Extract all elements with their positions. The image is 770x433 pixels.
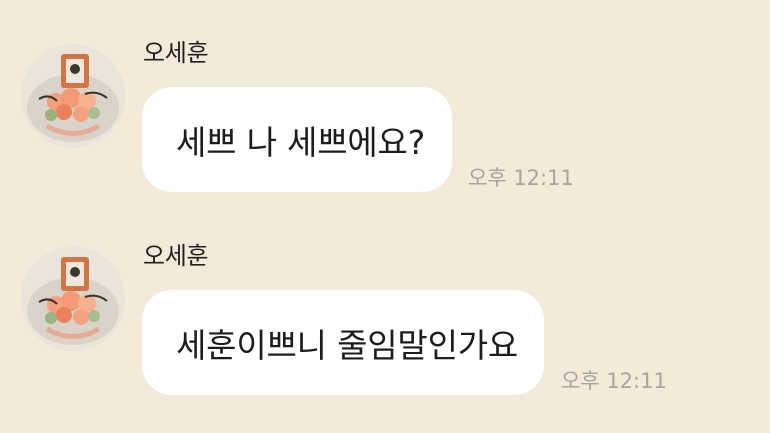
message-time: 오후 12:11 bbox=[468, 166, 574, 190]
message-time: 오후 12:11 bbox=[561, 369, 667, 393]
sender-name: 오세훈 bbox=[143, 242, 209, 270]
profile-photo-icon bbox=[21, 44, 125, 148]
message-bubble[interactable]: 세훈이쁘니 줄임말인가요 bbox=[142, 290, 544, 395]
sender-avatar[interactable] bbox=[21, 44, 125, 148]
sender-name: 오세훈 bbox=[143, 39, 209, 67]
sender-avatar[interactable] bbox=[21, 247, 125, 351]
profile-photo-icon bbox=[21, 247, 125, 351]
message-bubble[interactable]: 세쁘 나 세쁘에요? bbox=[142, 87, 452, 192]
